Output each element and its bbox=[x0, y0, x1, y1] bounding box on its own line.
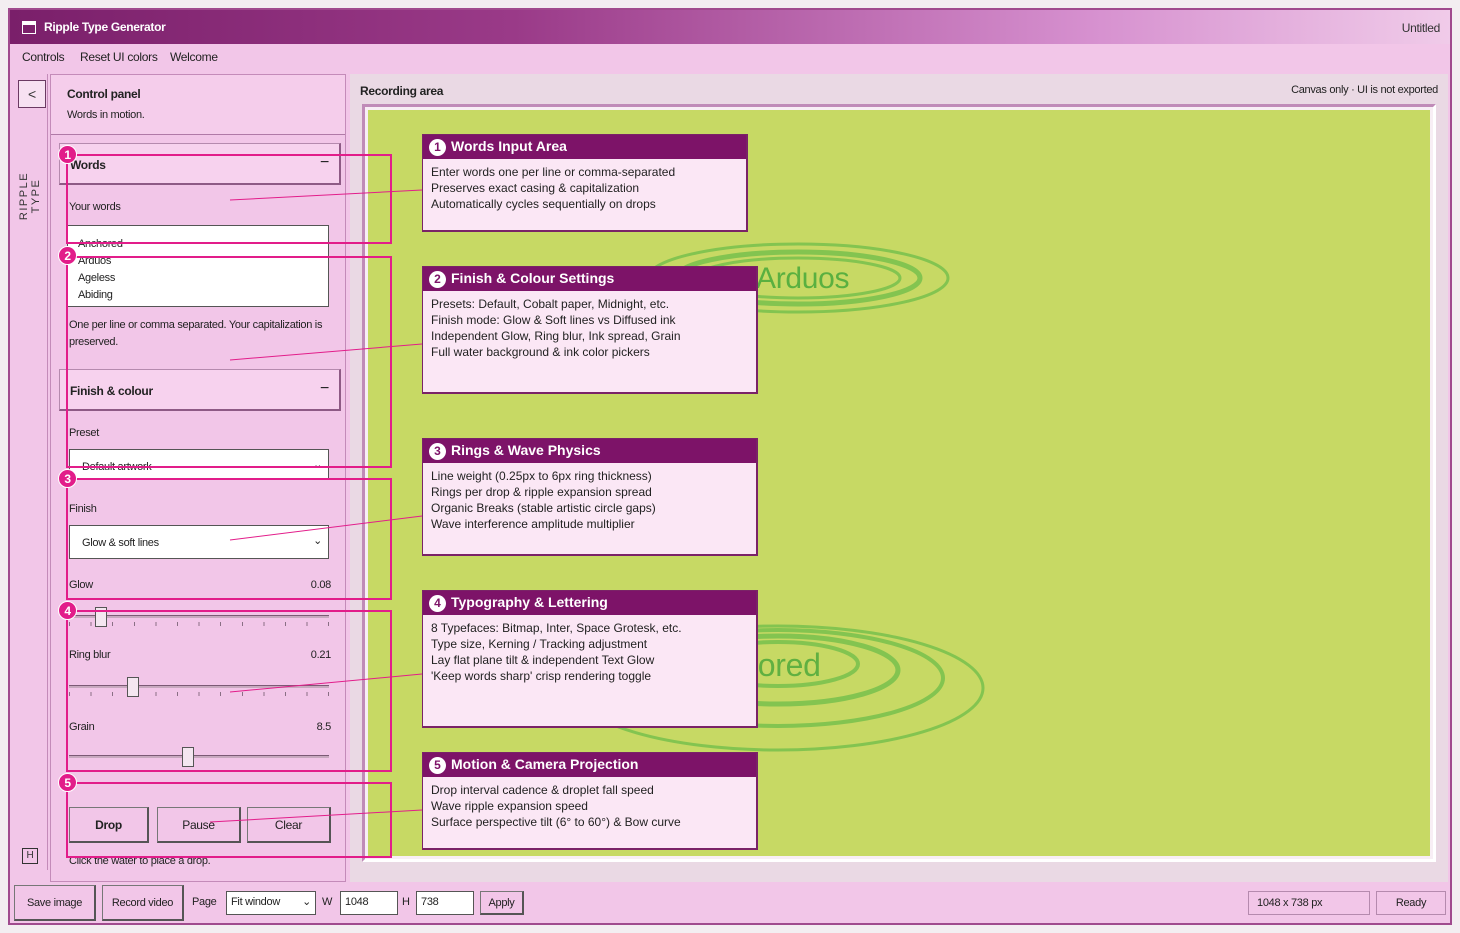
page-label: Page bbox=[192, 896, 217, 908]
chevron-down-icon: ⌄ bbox=[302, 896, 311, 908]
canvas-size-readout: 1048 x 738 px bbox=[1248, 891, 1370, 915]
status-bar: Save image Record video Page Fit window ⌄… bbox=[10, 882, 1450, 923]
save-image-button[interactable]: Save image bbox=[14, 885, 96, 921]
record-video-button[interactable]: Record video bbox=[102, 885, 184, 921]
height-label: H bbox=[402, 896, 410, 908]
connector-lines bbox=[209, 189, 423, 823]
width-label: W bbox=[322, 896, 333, 908]
apply-button[interactable]: Apply bbox=[480, 891, 524, 915]
app-window: Ripple Type Generator Untitled Controls … bbox=[8, 8, 1452, 925]
page-value: Fit window bbox=[231, 896, 280, 908]
width-input[interactable]: 1048 bbox=[340, 891, 398, 915]
height-input[interactable]: 738 bbox=[416, 891, 474, 915]
status-ready: Ready bbox=[1376, 891, 1446, 915]
page-select[interactable]: Fit window ⌄ bbox=[226, 891, 316, 915]
